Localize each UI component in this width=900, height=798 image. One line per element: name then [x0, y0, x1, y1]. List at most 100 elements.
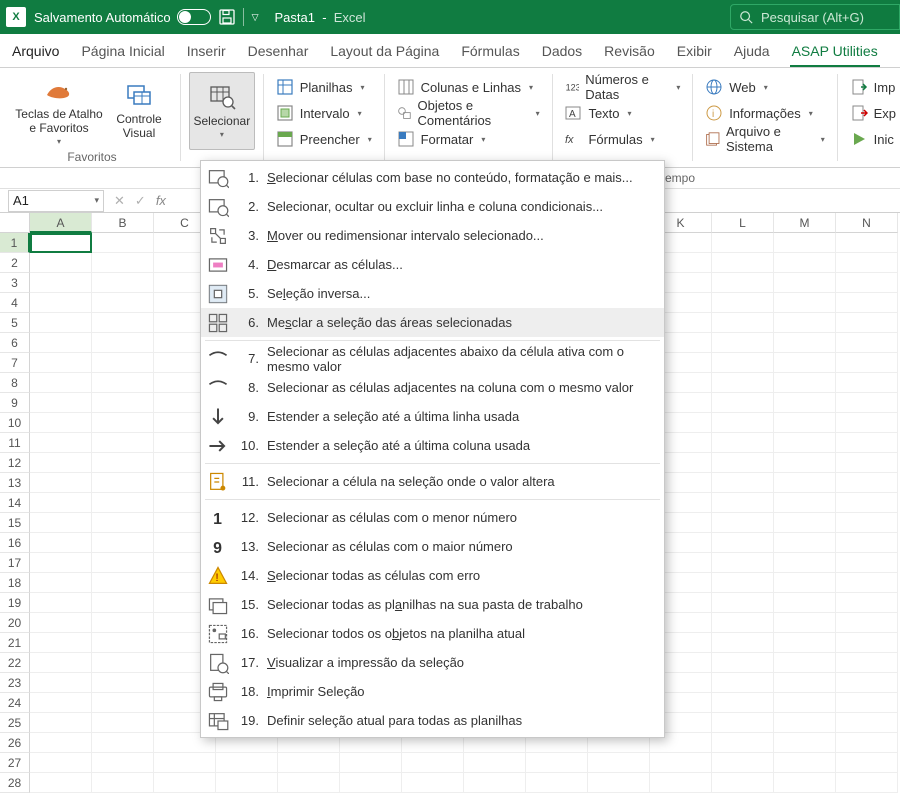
cell[interactable]: [30, 653, 92, 673]
cell[interactable]: [712, 673, 774, 693]
row-header[interactable]: 21: [0, 633, 30, 653]
formatar-button[interactable]: Formatar▾: [393, 128, 544, 150]
cell[interactable]: [774, 393, 836, 413]
row-header[interactable]: 19: [0, 593, 30, 613]
cell[interactable]: [774, 733, 836, 753]
tab-asap-utilities[interactable]: ASAP Utilities: [790, 37, 880, 67]
row-header[interactable]: 12: [0, 453, 30, 473]
cell[interactable]: [712, 573, 774, 593]
row-header[interactable]: 11: [0, 433, 30, 453]
cell[interactable]: [774, 313, 836, 333]
cell[interactable]: [92, 353, 154, 373]
tab-insert[interactable]: Inserir: [185, 37, 228, 67]
cell[interactable]: [836, 433, 898, 453]
cell[interactable]: [650, 753, 712, 773]
cell[interactable]: [30, 593, 92, 613]
cell[interactable]: [30, 773, 92, 793]
cell[interactable]: [836, 693, 898, 713]
row-header[interactable]: 7: [0, 353, 30, 373]
cell[interactable]: [30, 513, 92, 533]
cell[interactable]: [154, 773, 216, 793]
cell[interactable]: [30, 373, 92, 393]
cell[interactable]: [836, 373, 898, 393]
cell[interactable]: [402, 753, 464, 773]
row-header[interactable]: 9: [0, 393, 30, 413]
quick-access-dropdown-icon[interactable]: ▽: [252, 12, 259, 23]
cell[interactable]: [774, 653, 836, 673]
cell[interactable]: [774, 373, 836, 393]
cell[interactable]: [92, 333, 154, 353]
row-header[interactable]: 24: [0, 693, 30, 713]
cell[interactable]: [278, 753, 340, 773]
column-header[interactable]: A: [30, 213, 92, 233]
row-header[interactable]: 8: [0, 373, 30, 393]
row-header[interactable]: 5: [0, 313, 30, 333]
cell[interactable]: [712, 453, 774, 473]
menu-item-12[interactable]: 112.Selecionar as células com o menor nú…: [201, 503, 664, 532]
row-header[interactable]: 25: [0, 713, 30, 733]
web-button[interactable]: Web▾: [701, 76, 829, 98]
row-header[interactable]: 28: [0, 773, 30, 793]
tab-home[interactable]: Página Inicial: [79, 37, 166, 67]
menu-item-19[interactable]: 19.Definir seleção atual para todas as p…: [201, 706, 664, 735]
menu-item-4[interactable]: 4.Desmarcar as células...: [201, 250, 664, 279]
cell[interactable]: [30, 693, 92, 713]
shortcuts-favorites-button[interactable]: Teclas de Atalho e Favoritos▾: [12, 72, 106, 150]
cell[interactable]: [92, 433, 154, 453]
cell[interactable]: [836, 293, 898, 313]
chevron-down-icon[interactable]: ▾: [94, 195, 99, 206]
cell[interactable]: [30, 673, 92, 693]
cell[interactable]: [464, 753, 526, 773]
tab-layout[interactable]: Layout da Página: [328, 37, 441, 67]
cell[interactable]: [836, 473, 898, 493]
menu-item-9[interactable]: 9.Estender a seleção até a última linha …: [201, 402, 664, 431]
menu-item-2[interactable]: 2.Selecionar, ocultar ou excluir linha e…: [201, 192, 664, 221]
row-header[interactable]: 22: [0, 653, 30, 673]
row-header[interactable]: 3: [0, 273, 30, 293]
row-header[interactable]: 27: [0, 753, 30, 773]
search-input[interactable]: Pesquisar (Alt+G): [730, 4, 900, 30]
cell[interactable]: [774, 753, 836, 773]
export-button[interactable]: Exp: [846, 102, 900, 124]
cell[interactable]: [30, 313, 92, 333]
select-dropdown-button[interactable]: Selecionar ▾: [189, 72, 255, 150]
cell[interactable]: [774, 473, 836, 493]
cell[interactable]: [30, 733, 92, 753]
cell[interactable]: [30, 333, 92, 353]
cell[interactable]: [836, 713, 898, 733]
cell[interactable]: [836, 233, 898, 253]
cell[interactable]: [92, 393, 154, 413]
cell[interactable]: [836, 553, 898, 573]
cell[interactable]: [92, 293, 154, 313]
menu-item-11[interactable]: 11.Selecionar a célula na seleção onde o…: [201, 467, 664, 496]
cell[interactable]: [526, 753, 588, 773]
menu-item-6[interactable]: 6.Mesclar a seleção das áreas selecionad…: [201, 308, 664, 337]
cell[interactable]: [836, 253, 898, 273]
cell[interactable]: [774, 433, 836, 453]
cell[interactable]: [774, 453, 836, 473]
cell[interactable]: [712, 413, 774, 433]
formulas-button[interactable]: fxFórmulas▾: [560, 128, 684, 150]
cell[interactable]: [30, 453, 92, 473]
cell[interactable]: [712, 533, 774, 553]
cell[interactable]: [836, 673, 898, 693]
cell[interactable]: [30, 413, 92, 433]
cell[interactable]: [712, 693, 774, 713]
numeros-datas-button[interactable]: 123Números e Datas▾: [560, 76, 684, 98]
row-header[interactable]: 13: [0, 473, 30, 493]
cell[interactable]: [774, 353, 836, 373]
cell[interactable]: [464, 773, 526, 793]
cell[interactable]: [30, 473, 92, 493]
menu-item-5[interactable]: 5.Seleção inversa...: [201, 279, 664, 308]
planilhas-button[interactable]: Planilhas▾: [272, 76, 376, 98]
cell[interactable]: [774, 333, 836, 353]
row-header[interactable]: 17: [0, 553, 30, 573]
column-header[interactable]: N: [836, 213, 898, 233]
cell[interactable]: [836, 453, 898, 473]
cell[interactable]: [712, 333, 774, 353]
visual-control-button[interactable]: Controle Visual: [106, 72, 172, 150]
cell[interactable]: [30, 533, 92, 553]
cell[interactable]: [30, 753, 92, 773]
menu-item-13[interactable]: 913.Selecionar as células com o maior nú…: [201, 532, 664, 561]
cell[interactable]: [712, 373, 774, 393]
